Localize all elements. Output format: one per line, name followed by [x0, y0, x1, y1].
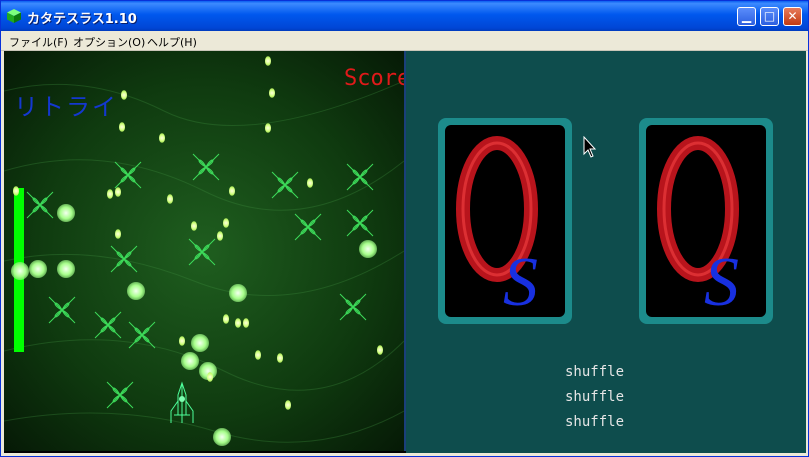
enemy-bullet	[121, 90, 127, 100]
menu-help[interactable]: ヘルプ(H)	[147, 34, 197, 50]
retry-label[interactable]: リトライ	[14, 87, 118, 122]
energy-orb	[57, 204, 75, 222]
log-line: shuffle	[565, 364, 625, 380]
enemy-bullet	[229, 186, 235, 196]
enemy-sprite	[339, 293, 367, 321]
card-right[interactable]: S	[639, 118, 773, 324]
enemy-bullet	[217, 231, 223, 241]
enemy-sprite	[26, 191, 54, 219]
title-bar[interactable]: カタテスラス1.10 ▁ □ ✕	[1, 1, 808, 31]
enemy-bullet	[119, 122, 125, 132]
minimize-button[interactable]: ▁	[737, 7, 756, 26]
enemy-bullet	[115, 187, 121, 197]
enemy-sprite	[94, 311, 122, 339]
card-left-letter: S	[503, 244, 538, 317]
enemy-bullet	[243, 318, 249, 328]
enemy-bullet	[107, 189, 113, 199]
card-right-emblem: S	[657, 136, 739, 317]
energy-orb	[359, 240, 377, 258]
energy-orb	[29, 260, 47, 278]
enemy-bullet	[115, 229, 121, 239]
log-line: shuffle	[565, 389, 625, 405]
enemy-bullet	[285, 400, 291, 410]
menu-options[interactable]: オプション(O)	[73, 34, 145, 50]
enemy-bullet	[159, 133, 165, 143]
play-field[interactable]: Score:30 リトライ	[4, 51, 406, 451]
enemy-bullet	[223, 218, 229, 228]
card-left[interactable]: S	[438, 118, 572, 324]
enemy-sprite	[188, 238, 216, 266]
card-right-letter: S	[704, 244, 739, 317]
player-ship	[170, 381, 194, 423]
enemy-sprite	[110, 245, 138, 273]
enemy-bullet	[167, 194, 173, 204]
minimize-icon: ▁	[741, 9, 752, 23]
enemy-bullet	[223, 314, 229, 324]
enemy-bullet	[255, 350, 261, 360]
enemy-sprite	[128, 321, 156, 349]
enemy-bullet	[269, 88, 275, 98]
enemy-bullet	[179, 336, 185, 346]
enemy-sprite	[346, 163, 374, 191]
close-button[interactable]: ✕	[783, 7, 802, 26]
card-right-face: S	[646, 125, 766, 317]
app-cube-icon	[7, 9, 21, 23]
enemy-sprite	[294, 213, 322, 241]
menu-file[interactable]: ファイル(F)	[9, 34, 68, 50]
maximize-icon: □	[763, 9, 776, 23]
window-title: カタテスラス1.10	[27, 12, 137, 27]
mouse-cursor-icon	[583, 136, 597, 158]
enemy-sprite	[192, 153, 220, 181]
enemy-sprite	[346, 209, 374, 237]
maximize-button[interactable]: □	[760, 7, 779, 26]
energy-orb	[57, 260, 75, 278]
menu-bar: ファイル(F) オプション(O) ヘルプ(H)	[1, 31, 808, 51]
enemy-sprite	[271, 171, 299, 199]
energy-orb	[11, 262, 29, 280]
card-left-emblem: S	[456, 136, 538, 317]
enemy-bullet	[265, 56, 271, 66]
close-icon: ✕	[787, 9, 798, 23]
energy-orb	[213, 428, 231, 446]
side-panel: S S shuffle shuffle shuffle	[406, 51, 806, 453]
enemy-bullet	[277, 353, 283, 363]
enemy-bullet	[307, 178, 313, 188]
enemy-sprite	[106, 381, 134, 409]
energy-orb	[181, 352, 199, 370]
energy-orb	[191, 334, 209, 352]
game-window: カタテスラス1.10 ▁ □ ✕ ファイル(F) オプション(O) ヘルプ(H)	[0, 0, 809, 457]
enemy-bullet	[207, 372, 213, 382]
game-client-area[interactable]: Score:30 リトライ S S	[4, 51, 806, 453]
score-display: Score:30	[344, 66, 404, 91]
enemy-bullet	[235, 318, 241, 328]
enemy-bullet	[13, 186, 19, 196]
enemy-bullet	[377, 345, 383, 355]
enemy-bullet	[191, 221, 197, 231]
energy-orb	[127, 282, 145, 300]
energy-orb	[229, 284, 247, 302]
log-line: shuffle	[565, 414, 625, 430]
card-left-face: S	[445, 125, 565, 317]
enemy-bullet	[265, 123, 271, 133]
enemy-sprite	[48, 296, 76, 324]
